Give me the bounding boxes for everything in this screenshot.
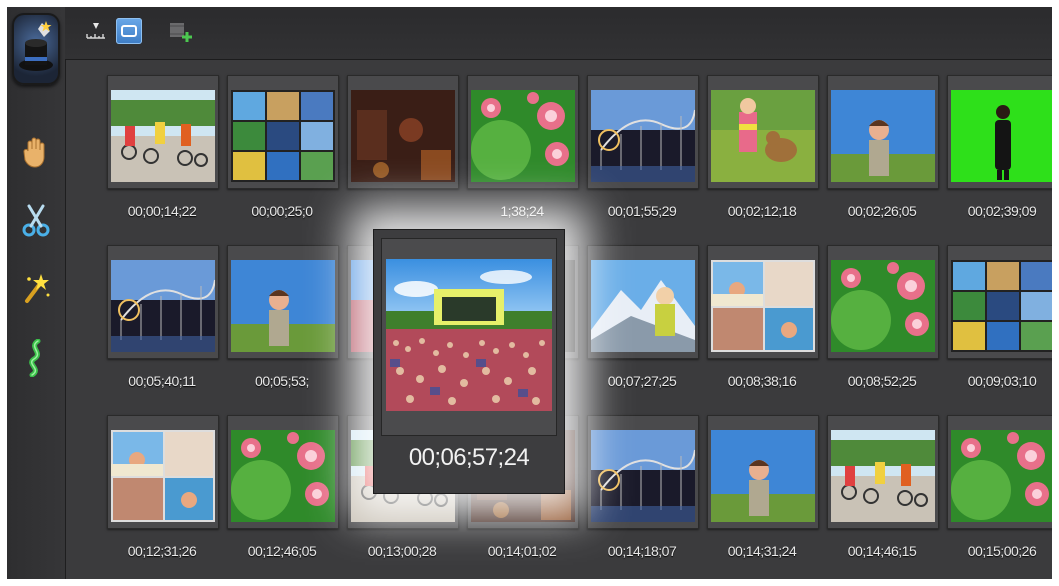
scissors-icon[interactable] bbox=[15, 199, 57, 241]
clip-image bbox=[351, 90, 455, 182]
clip-image bbox=[111, 90, 215, 182]
clip-thumbnail[interactable] bbox=[587, 415, 699, 529]
clip-timecode: 00;15;00;26 bbox=[967, 543, 1037, 559]
clip-thumbnail[interactable] bbox=[347, 75, 459, 189]
magic-wand-icon[interactable] bbox=[15, 267, 57, 309]
clip-timecode: 00;07;27;25 bbox=[607, 373, 677, 389]
clip-timecode: 00;02;39;09 bbox=[967, 203, 1037, 219]
clip-timecode: 00;13;00;28 bbox=[367, 543, 437, 559]
clip-thumbnail[interactable] bbox=[827, 415, 939, 529]
clip-image bbox=[231, 430, 335, 522]
clip-image bbox=[711, 260, 815, 352]
clip-image bbox=[711, 90, 815, 182]
hand-icon[interactable] bbox=[15, 131, 57, 173]
clip-timecode: 00;14;31;24 bbox=[727, 543, 797, 559]
clip-image bbox=[951, 260, 1052, 352]
preview-timecode: 00;06;57;24 bbox=[408, 444, 530, 471]
clip-timecode: 00;14;18;07 bbox=[607, 543, 677, 559]
clip-timecode: 00;00;14;22 bbox=[127, 203, 197, 219]
clip-timecode: 00;08;38;16 bbox=[727, 373, 797, 389]
preview-frame bbox=[381, 238, 557, 436]
ruler-view-icon[interactable] bbox=[83, 18, 109, 44]
clip-thumbnail[interactable] bbox=[587, 245, 699, 359]
clip-image bbox=[591, 90, 696, 182]
clip-thumbnail[interactable] bbox=[947, 415, 1052, 529]
clip-timecode: 00;05;53; bbox=[255, 373, 309, 389]
clip-image bbox=[591, 260, 695, 352]
clip-thumbnail[interactable] bbox=[107, 75, 219, 189]
clip-library: 00;00;14;22 00;00;25;0 1;38;24 00;01;55;29… bbox=[67, 59, 1052, 579]
clip-timecode: 00;08;52;25 bbox=[847, 373, 917, 389]
clip-image bbox=[711, 430, 815, 522]
magic-hat-logo-icon[interactable] bbox=[12, 13, 60, 85]
clip-timecode: 00;09;03;10 bbox=[967, 373, 1037, 389]
clip-thumbnail[interactable] bbox=[707, 245, 819, 359]
clip-thumbnail[interactable] bbox=[707, 415, 819, 529]
clip-timecode: 00;02;12;18 bbox=[727, 203, 797, 219]
clip-thumbnail[interactable] bbox=[227, 415, 339, 529]
preview-thumbnail bbox=[386, 259, 552, 411]
top-toolbar bbox=[65, 7, 1052, 60]
clip-thumbnail[interactable] bbox=[467, 75, 579, 189]
thumbnail-view-icon[interactable] bbox=[116, 18, 142, 44]
clip-timecode: 00;12;46;05 bbox=[247, 543, 317, 559]
clip-image bbox=[951, 430, 1052, 522]
clip-image bbox=[111, 430, 215, 522]
clip-thumbnail[interactable] bbox=[827, 245, 939, 359]
preview-popup[interactable]: 00;06;57;24 bbox=[373, 229, 565, 494]
clip-timecode: 1;38;24 bbox=[500, 203, 544, 219]
clip-thumbnail[interactable] bbox=[707, 75, 819, 189]
clip-thumbnail[interactable] bbox=[827, 75, 939, 189]
add-clip-icon[interactable] bbox=[167, 18, 193, 44]
clip-image bbox=[951, 90, 1052, 182]
green-ribbon-icon[interactable] bbox=[15, 337, 57, 379]
left-toolbar bbox=[7, 7, 66, 579]
clip-timecode: 00;01;55;29 bbox=[607, 203, 677, 219]
clip-timecode: 00;05;40;11 bbox=[128, 373, 196, 389]
clip-thumbnail[interactable] bbox=[947, 75, 1052, 189]
clip-thumbnail[interactable] bbox=[947, 245, 1052, 359]
clip-timecode: 00;02;26;05 bbox=[847, 203, 917, 219]
clip-timecode: 00;00;25;0 bbox=[251, 203, 313, 219]
clip-image bbox=[231, 90, 335, 182]
clip-thumbnail[interactable] bbox=[227, 75, 339, 189]
video-editor-window: 00;00;14;22 00;00;25;0 1;38;24 00;01;55;29… bbox=[7, 7, 1052, 579]
clip-thumbnail[interactable] bbox=[107, 415, 219, 529]
clip-timecode: 00;14;46;15 bbox=[847, 543, 917, 559]
clip-image bbox=[831, 430, 935, 522]
clip-image bbox=[231, 260, 335, 352]
clip-thumbnail[interactable] bbox=[227, 245, 339, 359]
clip-thumbnail[interactable] bbox=[107, 245, 219, 359]
clip-image bbox=[471, 90, 575, 182]
clip-thumbnail[interactable] bbox=[587, 75, 699, 189]
clip-timecode: 00;12;31;26 bbox=[127, 543, 197, 559]
clip-image bbox=[591, 430, 696, 522]
clip-timecode: 00;14;01;02 bbox=[487, 543, 557, 559]
clip-image bbox=[831, 90, 935, 182]
clip-image bbox=[831, 260, 935, 352]
clip-image bbox=[111, 260, 216, 352]
